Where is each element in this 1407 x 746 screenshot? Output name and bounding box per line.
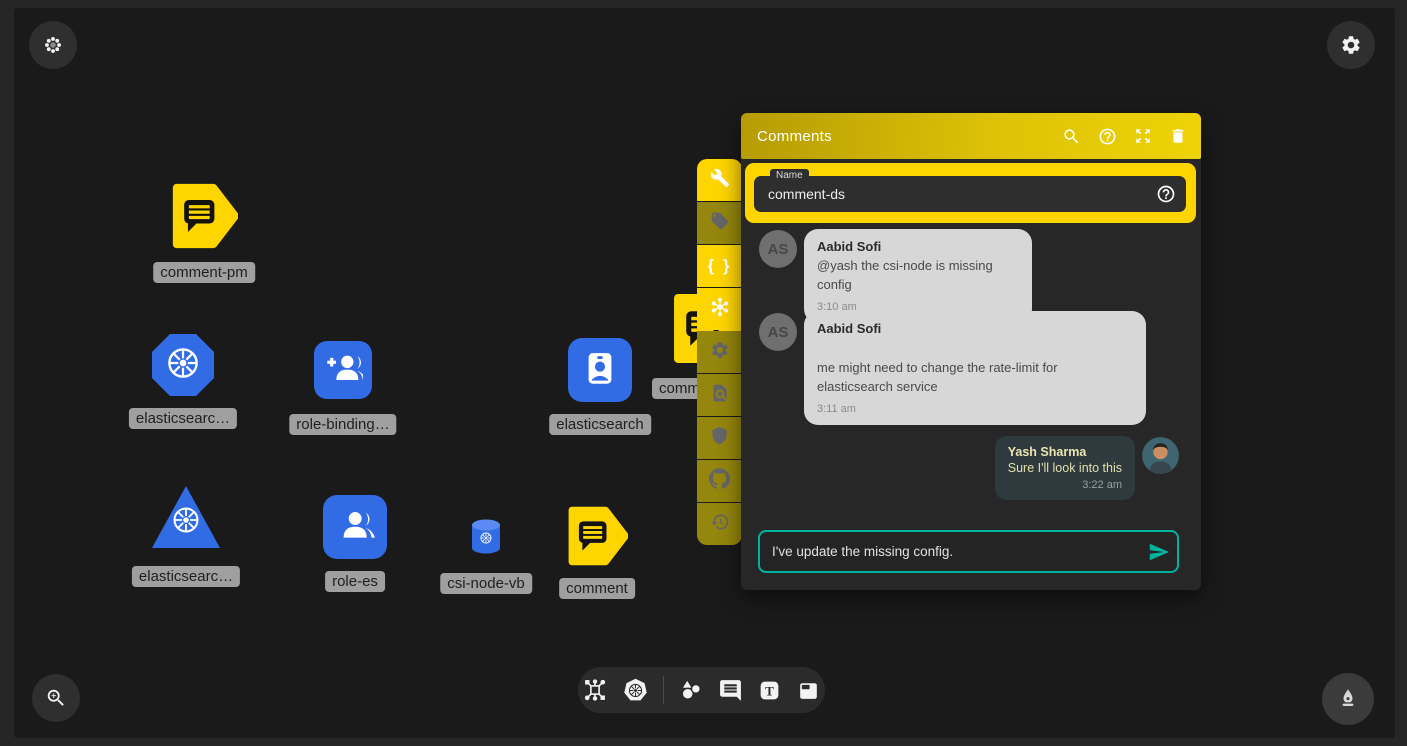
help-icon[interactable] [1156,184,1176,204]
chat-message: Yash Sharma Sure I'll look into this 3:2… [995,436,1135,500]
message-time: 3:11 am [817,403,1133,415]
avatar: AS [759,230,797,268]
zoom-in-button[interactable] [32,674,80,722]
avatar [1142,437,1179,474]
canvas-tools-toolbar: T [578,667,825,713]
history-icon [710,512,730,537]
node-label[interactable]: comment-pm [153,262,255,283]
note-icon[interactable] [796,678,821,703]
message-gap [817,339,1133,359]
expand-icon[interactable] [1134,127,1152,145]
node-role-binding[interactable] [314,341,372,399]
kubernetes-wheel-icon [170,504,202,541]
design-canvas-stage: comment-pm elasticsearc… role-binding… e… [0,0,1407,746]
message-author: Yash Sharma [1008,445,1122,459]
name-field-section: Name [745,163,1196,223]
toolbar-item-tag[interactable] [697,202,742,244]
message-author: Aabid Sofi [817,239,1019,254]
role-person-icon [334,504,376,551]
kubernetes-flower-button[interactable] [29,21,77,69]
comments-panel-header[interactable]: Comments [741,113,1201,159]
node-label[interactable]: elasticsearc… [132,566,240,587]
pen-tool-button[interactable] [1322,673,1374,725]
tag-icon [710,211,730,236]
node-storage[interactable] [470,518,502,556]
node-label[interactable]: role-binding… [289,414,396,435]
node-comment-pm[interactable] [170,182,238,250]
svg-text:T: T [765,683,774,698]
name-input[interactable] [768,176,1138,212]
avatar: AS [759,313,797,351]
toolbar-item-mesh[interactable] [697,288,742,330]
storage-cylinder-icon [470,543,502,560]
toolbar-divider [663,676,664,704]
message-text: @yash the csi-node is missing config [817,257,1019,295]
chat-message: Aabid Sofi @yash the csi-node is missing… [804,229,1032,323]
toolbar-item-settings[interactable] [697,331,742,373]
settings-gear-icon [1340,34,1362,56]
message-author: Aabid Sofi [817,321,1133,336]
github-icon [709,468,730,494]
node-label[interactable]: elasticsearc… [129,408,237,429]
kubernetes-flower-icon [42,34,64,56]
node-service-account[interactable] [568,338,632,402]
node-label[interactable]: comment [559,578,635,599]
shield-icon [710,426,729,450]
gear-icon [710,340,730,365]
search-icon[interactable] [1062,127,1081,146]
node-label[interactable]: csi-node-vb [440,573,532,594]
pen-tool-icon [1336,687,1360,711]
toolbar-item-github[interactable] [697,460,742,502]
help-icon[interactable] [1098,127,1117,146]
doc-search-icon [710,383,730,408]
chat-message: Aabid Sofi me might need to change the r… [804,311,1146,425]
toolbar-item-security[interactable] [697,417,742,459]
toolbar-item-history[interactable] [697,503,742,545]
mesh-hub-icon [709,296,731,323]
comment-shape-icon [170,237,238,254]
delete-icon[interactable] [1169,127,1187,145]
text-icon[interactable]: T [757,678,782,703]
toolbar-item-configure[interactable] [697,159,742,201]
message-text: Sure I'll look into this [1008,461,1122,475]
kubernetes-wheel-icon [164,344,202,387]
node-label[interactable]: role-es [325,571,385,592]
service-account-badge-icon [579,347,621,394]
message-time: 3:22 am [1008,479,1122,491]
role-binding-icon [323,348,363,393]
settings-button[interactable] [1327,21,1375,69]
message-text: me might need to change the rate-limit f… [817,359,1133,397]
node-label[interactable]: elasticsearch [549,414,651,435]
braces-icon: { } [708,256,732,276]
send-icon[interactable] [1141,541,1177,563]
comment-input[interactable] [760,544,1141,559]
name-field[interactable]: Name [754,176,1186,212]
zoom-in-icon [45,687,67,709]
comment-icon[interactable] [718,678,743,703]
wrench-icon [710,168,730,193]
comments-panel: Comments Name AS Aabid Sofi @yash the cs… [741,113,1201,590]
shapes-icon[interactable] [678,677,704,703]
components-icon[interactable] [582,677,608,703]
kubernetes-icon[interactable] [622,677,649,704]
comment-shape-icon [566,554,628,571]
node-role[interactable] [323,495,387,559]
node-elasticsearch-octagon[interactable] [152,334,214,396]
node-comment[interactable] [566,505,628,567]
panel-title: Comments [757,128,832,145]
node-action-toolbar: { } [697,159,742,546]
toolbar-item-json[interactable]: { } [697,245,742,287]
comment-composer[interactable] [758,530,1179,573]
toolbar-item-validate[interactable] [697,374,742,416]
